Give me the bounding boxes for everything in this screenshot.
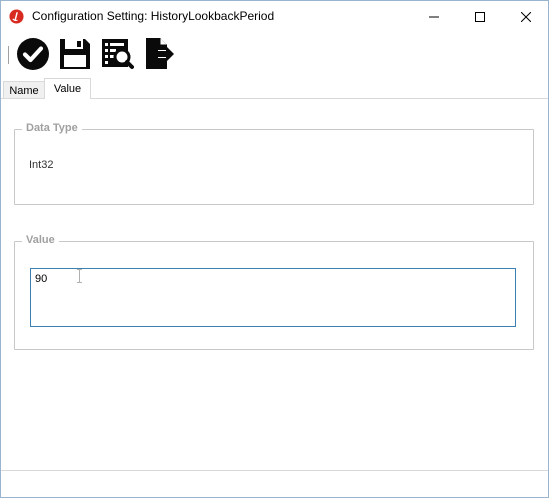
value-legend: Value bbox=[22, 234, 59, 246]
close-icon bbox=[521, 11, 531, 22]
value-input[interactable]: 90 bbox=[30, 268, 516, 327]
export-button[interactable] bbox=[141, 36, 177, 72]
maximize-icon bbox=[475, 11, 485, 22]
export-icon bbox=[146, 38, 174, 69]
tab-name[interactable]: Name bbox=[3, 81, 45, 99]
tab-panel-value: Data Type Int32 Value 90 bbox=[1, 98, 548, 471]
data-type-value: Int32 bbox=[29, 159, 54, 171]
document-search-icon bbox=[102, 39, 134, 69]
checkmark-circle-icon bbox=[17, 38, 49, 70]
toolbar bbox=[1, 32, 548, 76]
toolbar-grip[interactable] bbox=[8, 46, 12, 64]
value-group: Value 90 bbox=[14, 234, 534, 350]
save-button[interactable] bbox=[57, 36, 93, 72]
data-type-legend: Data Type bbox=[22, 122, 82, 134]
save-and-close-button[interactable] bbox=[15, 36, 51, 72]
tab-value[interactable]: Value bbox=[44, 78, 91, 99]
minimize-button[interactable] bbox=[411, 1, 457, 32]
floppy-disk-icon bbox=[60, 39, 90, 69]
i-beam-cursor-icon bbox=[77, 269, 82, 283]
app-logo-icon bbox=[9, 9, 24, 24]
window-title: Configuration Setting: HistoryLookbackPe… bbox=[32, 9, 275, 23]
configuration-setting-window: Configuration Setting: HistoryLookbackPe… bbox=[0, 0, 549, 498]
tab-strip: Name Value bbox=[1, 78, 548, 99]
data-type-group: Data Type Int32 bbox=[14, 122, 534, 205]
close-button[interactable] bbox=[503, 1, 549, 32]
status-divider bbox=[1, 470, 548, 471]
title-bar[interactable]: Configuration Setting: HistoryLookbackPe… bbox=[1, 1, 548, 32]
minimize-icon bbox=[429, 16, 439, 17]
maximize-button[interactable] bbox=[457, 1, 503, 32]
preview-button[interactable] bbox=[99, 36, 135, 72]
